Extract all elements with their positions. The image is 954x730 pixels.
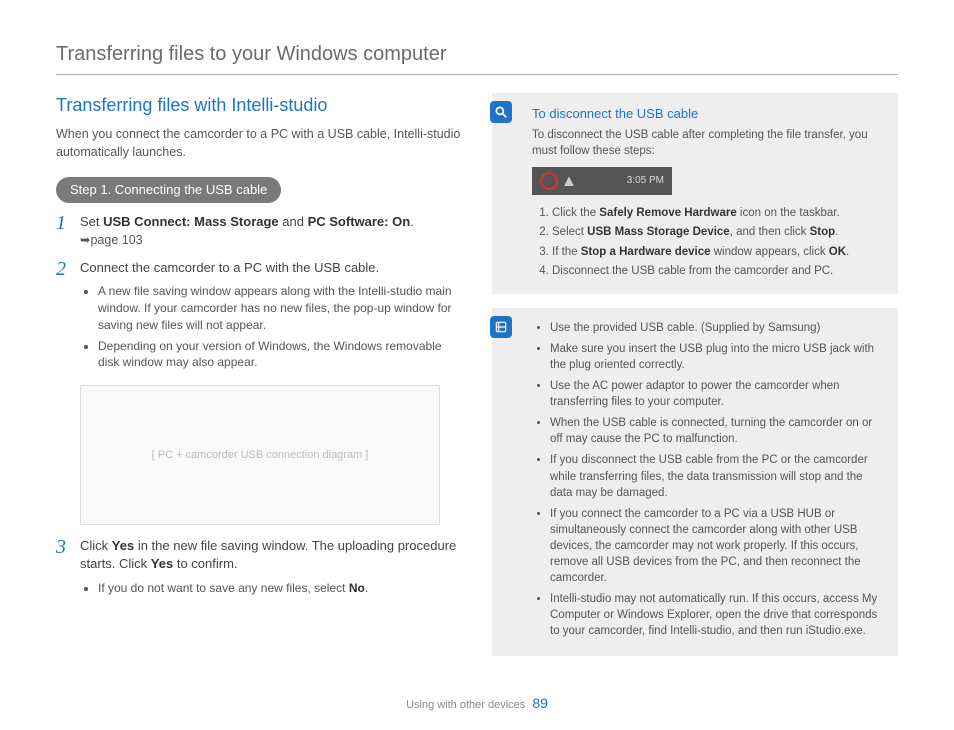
bold-text: Stop <box>810 226 836 238</box>
tray-icon <box>564 176 574 186</box>
list-item: When the USB cable is connected, turning… <box>550 415 884 447</box>
numbered-item-3: 3 Click Yes in the new file saving windo… <box>56 537 462 600</box>
text-fragment: Click the <box>552 207 599 219</box>
list-item: Click the Safely Remove Hardware icon on… <box>552 205 884 221</box>
clock-time: 3:05 PM <box>627 174 664 188</box>
note-icon <box>490 316 512 338</box>
item-number: 2 <box>56 259 70 375</box>
list-item: If the Stop a Hardware device window app… <box>552 244 884 260</box>
list-item: If you connect the camcorder to a PC via… <box>550 506 884 586</box>
bold-text: Stop a Hardware device <box>581 246 711 258</box>
box-title: To disconnect the USB cable <box>532 105 884 123</box>
list-item: Intelli-studio may not automatically run… <box>550 591 884 639</box>
text-fragment: Click <box>80 538 112 553</box>
bold-text: Yes <box>112 538 134 553</box>
bold-text: USB Connect: Mass Storage <box>103 214 279 229</box>
bold-text: OK <box>829 246 846 258</box>
taskbar-illustration: 3:05 PM <box>532 167 672 195</box>
list-item: A new file saving window appears along w… <box>98 283 462 333</box>
list-item: Depending on your version of Windows, th… <box>98 338 462 372</box>
text-fragment: and <box>279 214 308 229</box>
list-item: If you disconnect the USB cable from the… <box>550 452 884 500</box>
numbered-item-2: 2 Connect the camcorder to a PC with the… <box>56 259 462 375</box>
text-fragment: , and then click <box>730 226 810 238</box>
connection-diagram: [ PC + camcorder USB connection diagram … <box>80 385 440 525</box>
list-item: Make sure you insert the USB plug into t… <box>550 341 884 373</box>
right-column: To disconnect the USB cable To disconnec… <box>492 93 898 670</box>
page-reference: ➥page 103 <box>80 232 462 250</box>
bold-text: Yes <box>151 556 173 571</box>
text-fragment: . <box>410 214 414 229</box>
text-fragment: window appears, click <box>711 246 829 258</box>
magnifier-icon <box>490 101 512 123</box>
text-fragment: in the new file saving window. The uploa… <box>80 538 456 571</box>
disconnect-info-box: To disconnect the USB cable To disconnec… <box>492 93 898 294</box>
notes-info-box: Use the provided USB cable. (Supplied by… <box>492 308 898 657</box>
list-item: Disconnect the USB cable from the camcor… <box>552 263 884 279</box>
page-title: Transferring files to your Windows compu… <box>56 40 898 75</box>
text-fragment: . <box>365 581 368 595</box>
item-number: 3 <box>56 537 70 600</box>
intro-text: When you connect the camcorder to a PC w… <box>56 126 462 161</box>
item-number: 1 <box>56 213 70 249</box>
bold-text: Safely Remove Hardware <box>599 207 736 219</box>
text-fragment: If you do not want to save any new files… <box>98 581 349 595</box>
footer-section: Using with other devices <box>406 699 525 711</box>
bold-text: PC Software: On <box>308 214 411 229</box>
text-fragment: If the <box>552 246 581 258</box>
text-fragment: Disconnect the USB cable from the camcor… <box>552 265 833 277</box>
numbered-item-1: 1 Set USB Connect: Mass Storage and PC S… <box>56 213 462 249</box>
text-fragment: . <box>835 226 838 238</box>
text-fragment: icon on the taskbar. <box>737 207 840 219</box>
text-fragment: Set <box>80 214 103 229</box>
left-column: Transferring files with Intelli-studio W… <box>56 93 462 670</box>
text-fragment: . <box>846 246 849 258</box>
bold-text: No <box>349 581 365 595</box>
page-number: 89 <box>532 695 548 711</box>
box-intro: To disconnect the USB cable after comple… <box>532 127 884 159</box>
list-item: Use the AC power adaptor to power the ca… <box>550 378 884 410</box>
item-text: Connect the camcorder to a PC with the U… <box>80 260 379 275</box>
section-heading: Transferring files with Intelli-studio <box>56 93 462 118</box>
list-item: Select USB Mass Storage Device, and then… <box>552 224 884 240</box>
step-label: Step 1. Connecting the USB cable <box>56 177 281 203</box>
list-item: If you do not want to save any new files… <box>98 580 462 597</box>
list-item: Use the provided USB cable. (Supplied by… <box>550 320 884 336</box>
text-fragment: to confirm. <box>173 556 237 571</box>
text-fragment: Select <box>552 226 587 238</box>
remove-hardware-icon <box>540 172 558 190</box>
page-footer: Using with other devices 89 <box>0 694 954 714</box>
bold-text: USB Mass Storage Device <box>587 226 730 238</box>
